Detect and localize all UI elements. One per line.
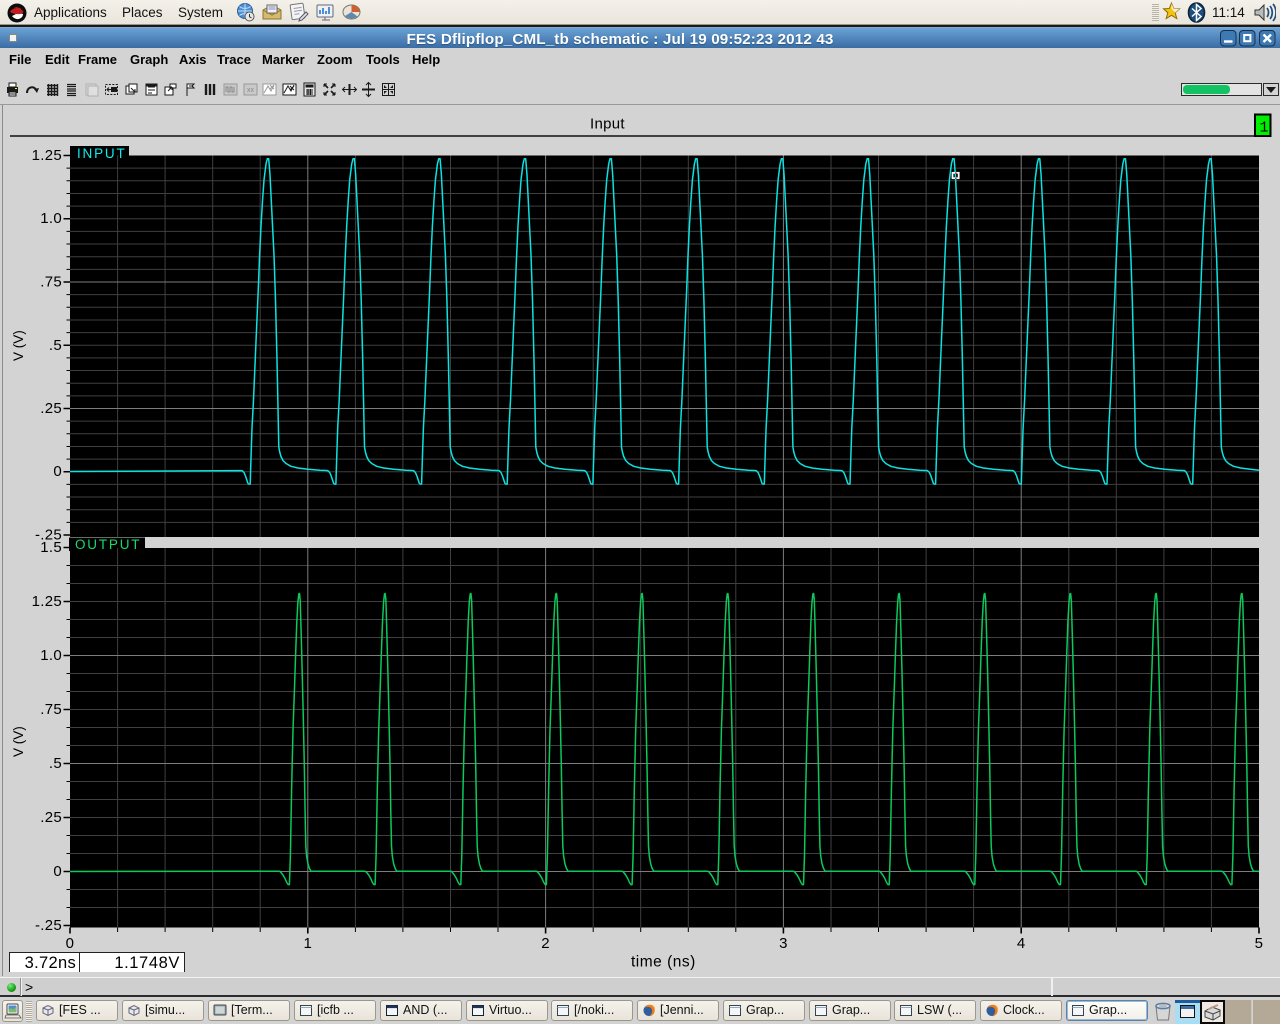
svg-text:OUTPUT: OUTPUT <box>75 537 141 552</box>
svg-text:1: 1 <box>303 935 312 952</box>
svg-text:.75: .75 <box>40 701 62 718</box>
svg-text:INPUT: INPUT <box>77 146 127 161</box>
svg-text:time (ns): time (ns) <box>631 954 696 971</box>
svg-text:Input: Input <box>590 116 625 133</box>
svg-text:.25: .25 <box>40 809 62 826</box>
svg-text:5: 5 <box>1255 935 1264 952</box>
svg-text:.25: .25 <box>40 400 62 417</box>
svg-text:.5: .5 <box>49 755 62 772</box>
svg-text:.75: .75 <box>40 274 62 291</box>
svg-text:1: 1 <box>1260 120 1269 137</box>
svg-text:1.0: 1.0 <box>40 647 62 664</box>
svg-text:-.25: -.25 <box>35 917 62 934</box>
svg-text:V (V): V (V) <box>11 726 26 757</box>
svg-text:0: 0 <box>66 935 75 952</box>
svg-text:V (V): V (V) <box>11 330 26 361</box>
svg-text:0: 0 <box>53 863 62 880</box>
svg-text:1.0: 1.0 <box>40 210 62 227</box>
svg-text:1.5: 1.5 <box>40 539 62 556</box>
svg-text:0: 0 <box>53 463 62 480</box>
svg-text:4: 4 <box>1017 935 1026 952</box>
svg-text:2: 2 <box>541 935 550 952</box>
svg-text:1.25: 1.25 <box>32 593 62 610</box>
svg-text:3: 3 <box>779 935 788 952</box>
svg-text:.5: .5 <box>49 337 62 354</box>
svg-text:1.25: 1.25 <box>32 147 62 164</box>
